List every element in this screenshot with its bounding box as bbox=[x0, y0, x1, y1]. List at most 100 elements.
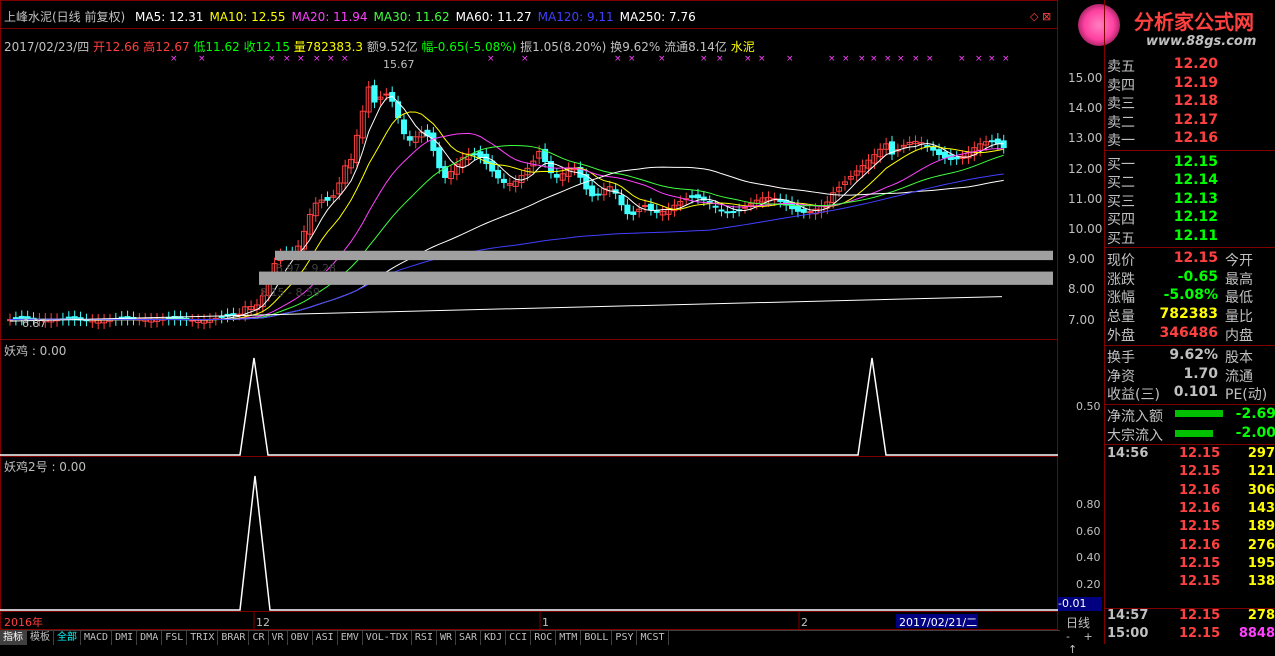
tick-row: 12.15 121 bbox=[1105, 464, 1275, 482]
candlestick bbox=[412, 130, 419, 149]
candlestick bbox=[853, 164, 860, 182]
indicator-tab[interactable]: ASI bbox=[313, 631, 338, 645]
candlestick bbox=[742, 201, 748, 214]
signal-marker: × bbox=[658, 54, 666, 64]
quote-row: 涨幅 -5.08% 最低 bbox=[1105, 287, 1275, 307]
tick-volume: 138 bbox=[1247, 574, 1275, 590]
indicator-tab[interactable]: 模板 bbox=[27, 631, 54, 645]
info-turn: 换9.62% bbox=[610, 40, 661, 54]
plus-button[interactable]: + bbox=[1083, 630, 1092, 643]
indicator-tab[interactable]: BRAR bbox=[218, 631, 250, 645]
signal-marker: × bbox=[521, 54, 529, 64]
signal-marker: × bbox=[988, 54, 996, 64]
candlestick bbox=[841, 175, 848, 191]
info-vol: 量782383.3 bbox=[293, 40, 364, 54]
candlestick bbox=[883, 137, 890, 156]
indicator-tab[interactable]: VR bbox=[269, 631, 288, 645]
candlestick bbox=[965, 146, 972, 164]
tick-price: 12.16 bbox=[1179, 500, 1221, 516]
tick-row: 12.15 138 bbox=[1105, 574, 1275, 592]
kline-svg[interactable]: × × × × × × × × × × × × × × × × × × × × × × × × × × × × × × 15.67 6.87 8… bbox=[0, 0, 1058, 630]
indicator-tab[interactable]: DMI bbox=[112, 631, 138, 645]
tick-price: 12.15 bbox=[1179, 446, 1221, 461]
ask-price: 12.20 bbox=[1173, 56, 1218, 72]
ma-legend-item: MA250: 7.76 bbox=[619, 10, 696, 24]
ma-line bbox=[9, 111, 1004, 321]
indicator-tab[interactable]: SAR bbox=[456, 631, 482, 645]
indicator-tab[interactable]: CCI bbox=[506, 631, 532, 645]
candlestick bbox=[506, 177, 513, 192]
info-open: 开12.66 bbox=[93, 40, 140, 54]
candlestick bbox=[571, 162, 578, 176]
bid-label: 买五 bbox=[1107, 230, 1135, 247]
minus-button[interactable]: - bbox=[1066, 630, 1070, 643]
candlestick bbox=[477, 145, 484, 164]
ma250-line bbox=[9, 296, 1003, 322]
candlestick bbox=[154, 313, 160, 328]
info-chg: 幅-0.65(-5.08%) bbox=[421, 40, 517, 54]
bid-price: 12.13 bbox=[1173, 190, 1218, 207]
tick-price: 12.15 bbox=[1179, 464, 1221, 480]
candlestick bbox=[165, 311, 172, 326]
candlestick bbox=[589, 179, 596, 202]
signal-marker: × bbox=[912, 54, 920, 64]
quote-row: 现价 12.15 今开 bbox=[1105, 250, 1275, 269]
ind1-axis-label: 0.50 bbox=[1076, 400, 1101, 413]
indicator-tab[interactable]: MCST bbox=[637, 631, 669, 645]
candlestick bbox=[495, 164, 502, 184]
ma-legend-item: MA60: 11.27 bbox=[455, 10, 532, 24]
indicator-tab[interactable]: CR bbox=[249, 631, 269, 645]
tick-time: 15:00 bbox=[1107, 626, 1149, 641]
up-arrow-button[interactable]: ↑ bbox=[1068, 643, 1077, 656]
kline-chart-area[interactable]: × × × × × × × × × × × × × × × × × × × × × × × × × × × × × × 15.67 6.87 8… bbox=[0, 0, 1058, 630]
quote-label: 涨幅 bbox=[1107, 290, 1135, 307]
candlestick bbox=[212, 312, 219, 326]
candlestick bbox=[595, 188, 601, 201]
indicator-tab[interactable]: 全部 bbox=[54, 631, 81, 645]
tick-time: 14:57 bbox=[1107, 608, 1149, 623]
quote-right-label: 内盘 bbox=[1225, 327, 1253, 344]
price-tick-label: 10.00 bbox=[1068, 222, 1103, 236]
indicator-tab[interactable]: 指标 bbox=[0, 631, 27, 645]
candlestick bbox=[424, 124, 431, 143]
signal-marker: × bbox=[858, 54, 866, 64]
candlestick bbox=[900, 139, 907, 154]
indicator-tab[interactable]: ROC bbox=[531, 631, 557, 645]
indicator-tab[interactable]: OBV bbox=[288, 631, 313, 645]
band2-label: 8.15 - 8.59 bbox=[260, 286, 320, 299]
signal-marker: × bbox=[297, 54, 305, 64]
indicator-tab[interactable]: WR bbox=[437, 631, 457, 645]
indicator-tab[interactable]: BOLL bbox=[581, 631, 613, 645]
indicator-tab[interactable]: VOL-TDX bbox=[363, 631, 412, 645]
signal-marker: × bbox=[614, 54, 622, 64]
indicator-tab[interactable]: FSL bbox=[162, 631, 188, 645]
candlestick bbox=[953, 151, 960, 165]
indicator-tab[interactable]: KDJ bbox=[481, 631, 507, 645]
window-controls[interactable]: ◇ ⊠ bbox=[1030, 10, 1051, 23]
indicator-tab[interactable]: EMV bbox=[338, 631, 363, 645]
candlestick bbox=[301, 225, 307, 256]
signal-marker: × bbox=[828, 54, 836, 64]
stock-title: 上峰水泥(日线 前复权) bbox=[4, 10, 126, 24]
ask-row: 卖二 12.17 bbox=[1105, 112, 1275, 131]
quote-row: 涨跌 -0.65 最高 bbox=[1105, 269, 1275, 288]
candlestick bbox=[177, 310, 184, 326]
indicator-tab[interactable]: TRIX bbox=[187, 631, 219, 645]
nav-buttons[interactable]: - + ↑ bbox=[1060, 630, 1104, 656]
candlestick bbox=[189, 314, 196, 327]
indicator-tab[interactable]: MTM bbox=[556, 631, 582, 645]
signal-marker: × bbox=[975, 54, 983, 64]
indicator-tab[interactable]: PSY bbox=[612, 631, 638, 645]
tick-price: 12.15 bbox=[1179, 574, 1221, 590]
info-date: 2017/02/23/四 bbox=[4, 40, 90, 54]
indicator-tab[interactable]: MACD bbox=[81, 631, 113, 645]
indicator-tab[interactable]: RSI bbox=[412, 631, 437, 645]
ask-label: 卖一 bbox=[1107, 133, 1135, 149]
candlestick bbox=[671, 199, 678, 217]
tick-row: 12.15 195 bbox=[1105, 556, 1275, 574]
tick-price: 12.16 bbox=[1179, 537, 1221, 553]
indicator1-label: 妖鸡 : 0.00 bbox=[4, 344, 67, 358]
bid-label: 买二 bbox=[1107, 175, 1135, 191]
indicator-tab[interactable]: DMA bbox=[137, 631, 163, 645]
candlestick bbox=[430, 126, 437, 157]
